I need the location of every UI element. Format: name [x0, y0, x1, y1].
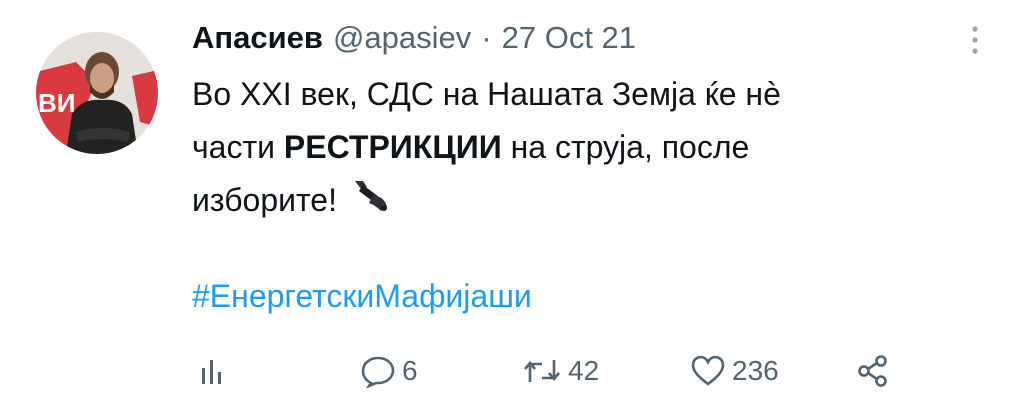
more-options-icon[interactable] [960, 22, 990, 58]
tweet-actions: 6 42 236 [0, 346, 1024, 396]
svg-text:ВИ: ВИ [38, 88, 75, 118]
hashtag-link[interactable]: #ЕнергетскиМафијаши [192, 278, 532, 315]
reply-button[interactable]: 6 [360, 346, 418, 396]
retweet-button[interactable]: 42 [522, 346, 599, 396]
like-button[interactable]: 236 [690, 346, 779, 396]
electric-plug-icon [351, 176, 393, 229]
tweet-text-line-1: Во XXI век, СДС на Нашата Земја ќе нè [192, 76, 781, 112]
heart-icon [690, 354, 726, 388]
reply-icon [360, 354, 396, 388]
author-name[interactable]: Апасиев [192, 20, 323, 56]
separator-dot: · [481, 20, 492, 55]
tweet-text-bold-segment: РЕСТРИКЦИИ [283, 129, 502, 165]
avatar-photo: ВИ [36, 32, 158, 154]
retweet-icon [522, 354, 562, 388]
like-count: 236 [732, 355, 779, 386]
tweet-text-line-2: части РЕСТРИКЦИИ на струја, после [192, 121, 982, 174]
tweet-text: Во XXI век, СДС на Нашата Земја ќе нè ча… [192, 68, 982, 229]
reply-count: 6 [402, 355, 418, 386]
analytics-icon [196, 354, 230, 388]
share-icon [856, 354, 890, 388]
tweet-text-line-3: изборите! [192, 174, 982, 229]
retweet-count: 42 [568, 355, 600, 386]
tweet-text-segment: части [192, 129, 284, 165]
tweet-text-segment: на струја, после [501, 129, 750, 165]
tweet-header: Апасиев @apasiev · 27 Oct 21 [192, 16, 636, 60]
avatar[interactable]: ВИ [36, 32, 158, 154]
tweet-text-segment: изборите! [192, 182, 337, 218]
timestamp[interactable]: 27 Oct 21 [502, 20, 636, 56]
analytics-button[interactable] [196, 346, 230, 396]
share-button[interactable] [856, 346, 890, 396]
author-handle[interactable]: @apasiev [333, 20, 471, 56]
